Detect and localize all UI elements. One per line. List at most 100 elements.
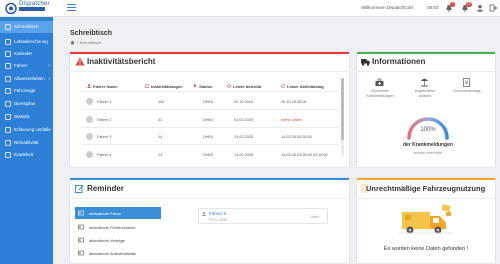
sidebar-item-erfassung-umfälle[interactable]: Erfassung Umfälle xyxy=(0,124,53,136)
gauge-label: der Krankmeldungen xyxy=(402,142,453,148)
sidebar-item-label: Krankheit xyxy=(14,152,34,157)
sick-report-label: Gemeldete Krankmeldungen xyxy=(366,89,394,98)
reminder-divider xyxy=(69,198,350,199)
table-cell-days: 14 xyxy=(158,153,163,157)
breadcrumb: › Schreibtisch xyxy=(77,40,101,45)
reminder-item[interactable]: ablaufende Verträge xyxy=(75,234,161,246)
logo-bar xyxy=(19,7,45,11)
sidebar-item-dienstplan[interactable]: Dienstplan xyxy=(0,98,53,110)
sidebar-item-label: Kalender xyxy=(14,51,33,56)
sidebar-item-lohnabrechnung[interactable]: Lohnabrechnung xyxy=(0,36,53,48)
breadcrumb-item[interactable]: Schreibtisch xyxy=(79,40,101,45)
table-cell-name[interactable]: Fahrer 3 xyxy=(97,135,111,139)
sickness-icon xyxy=(5,152,11,158)
vehicle-misuse-empty: Es wurden keine Daten gefunden ! xyxy=(383,246,469,252)
column-header-inactive-days[interactable]: Inaktivitätstagen xyxy=(151,84,183,89)
id-card-icon xyxy=(78,237,84,243)
sidebar-item-fahrer[interactable]: Fahrer › xyxy=(0,60,53,72)
table-cell-days: 14 xyxy=(158,135,163,139)
table-row-divider xyxy=(81,127,339,128)
sidebar-item-label: Erfassung Umfälle xyxy=(14,127,51,132)
sidebar-item-abwesenheiten[interactable]: Abwesenheiten › xyxy=(0,73,53,85)
reminder-item-label: ablaufende Verträge xyxy=(89,238,126,243)
reminder-item-label: ablaufende Pässe xyxy=(89,211,122,216)
home-icon[interactable] xyxy=(70,40,75,45)
station-column-icon xyxy=(194,84,196,88)
accident-icon xyxy=(5,127,11,133)
table-scrollbar[interactable] xyxy=(341,78,344,156)
sidebar-item-schreibtisch[interactable]: Schreibtisch xyxy=(0,21,53,33)
reminder-item[interactable]: ablaufende Pässe xyxy=(75,207,161,219)
truck-icon xyxy=(5,88,11,94)
delivery-illustration xyxy=(399,204,453,234)
user-icon[interactable] xyxy=(476,4,484,12)
sidebar-item-kalender[interactable]: Kalender xyxy=(0,48,53,60)
avatar xyxy=(86,98,93,105)
vehicle-misuse-divider xyxy=(356,198,496,199)
avatar xyxy=(86,151,93,158)
documents-icon[interactable] xyxy=(462,78,471,87)
reminder-entry[interactable]: Fahrer 5 PEC1.2025 Wert xyxy=(198,208,328,224)
information-card-accent xyxy=(357,52,495,54)
reminder-item[interactable]: ablaufende Aufenthaltstitel xyxy=(75,247,161,259)
information-title: Informationen xyxy=(372,57,426,66)
table-cell-name[interactable]: Fahrer 2 xyxy=(97,118,111,122)
table-scrollbar-thumb[interactable] xyxy=(341,78,344,140)
sidebar-item-statistik[interactable]: Statistik xyxy=(0,111,53,123)
calendar-column-icon xyxy=(145,84,149,88)
sidebar-item-label: Fahrer xyxy=(14,63,28,68)
payroll-icon xyxy=(5,39,11,45)
table-cell-last: 13.02.2025 xyxy=(234,153,254,157)
table-cell-last: 01.02.2025 xyxy=(234,118,254,122)
stats-icon xyxy=(5,114,11,120)
table-cell-last-day: Keine Daten xyxy=(281,118,302,122)
reminder-item-label: ablaufende Aufenthaltstitel xyxy=(89,251,136,256)
avatar xyxy=(86,133,93,140)
driver-column-icon xyxy=(87,84,91,88)
alerts-badge: 23 xyxy=(466,2,472,7)
absence-icon xyxy=(5,76,11,82)
inactivity-title: Inaktivitätsbericht xyxy=(87,57,156,66)
column-header-last-activity-day[interactable]: Letzer Aktivitätstag xyxy=(287,84,324,89)
table-cell-name[interactable]: Fahrer 4 xyxy=(97,153,111,157)
table-cell-days: 31 xyxy=(158,118,163,122)
schedule-icon xyxy=(5,101,11,107)
sidebar-item-krankheit[interactable]: Krankheit xyxy=(0,149,53,161)
menu-toggle-button[interactable] xyxy=(67,4,76,12)
reminder-card-accent xyxy=(70,178,349,180)
sidebar-item-label: Statistik xyxy=(14,114,30,119)
documents-label: Dokumentenlage xyxy=(453,89,481,93)
sidebar-item-fahrzeuge[interactable]: Fahrzeuge xyxy=(0,85,53,97)
sidebar-item-reinaktivität[interactable]: Reinaktivität xyxy=(0,137,53,149)
history-column-icon xyxy=(281,84,285,88)
sidebar-item-label: Abwesenheiten xyxy=(14,76,45,81)
vacation-label: Angefordeter Urlaubs xyxy=(414,89,436,98)
welcome-text: Willkommen DispatchCtrls xyxy=(361,5,414,10)
table-header-divider xyxy=(81,91,339,92)
entry-name[interactable]: Fahrer 5 xyxy=(209,211,226,216)
inactivity-divider xyxy=(69,71,350,72)
column-header-driver[interactable]: Fahrer Name xyxy=(93,84,117,89)
table-row-divider xyxy=(81,144,339,145)
table-cell-station: DHE4 xyxy=(203,100,214,104)
sidebar-item-label: Fahrzeuge xyxy=(14,88,36,93)
sidebar-item-label: Reinaktivität xyxy=(14,140,39,145)
logout-icon[interactable] xyxy=(489,4,497,12)
column-header-station[interactable]: Station xyxy=(199,84,213,89)
truck-icon xyxy=(361,59,370,66)
sick-report-icon[interactable] xyxy=(375,78,384,87)
table-cell-last-day: 10.10-18:30:00 xyxy=(281,100,307,104)
sidebar-item-label: Dienstplan xyxy=(14,101,36,106)
page-title: Schreibtisch xyxy=(70,30,113,37)
notifications-badge: 1 xyxy=(450,2,455,7)
entry-action[interactable]: Wert xyxy=(311,215,319,219)
column-header-last-activity[interactable]: Letzte Aktivität xyxy=(233,84,261,89)
reminder-item-label: ablaufende Führerscheine xyxy=(89,225,136,230)
edit-icon xyxy=(75,185,84,193)
clock-column-icon xyxy=(227,84,231,88)
vehicle-misuse-title: Unrechtmäßige Fahrzeugnutzung xyxy=(366,184,486,193)
vacation-icon[interactable] xyxy=(420,78,429,87)
sidebar-item-label: Schreibtisch xyxy=(14,24,39,29)
table-cell-name[interactable]: Fahrer 1 xyxy=(97,100,111,104)
reminder-item[interactable]: ablaufende Führerscheine xyxy=(75,221,161,233)
